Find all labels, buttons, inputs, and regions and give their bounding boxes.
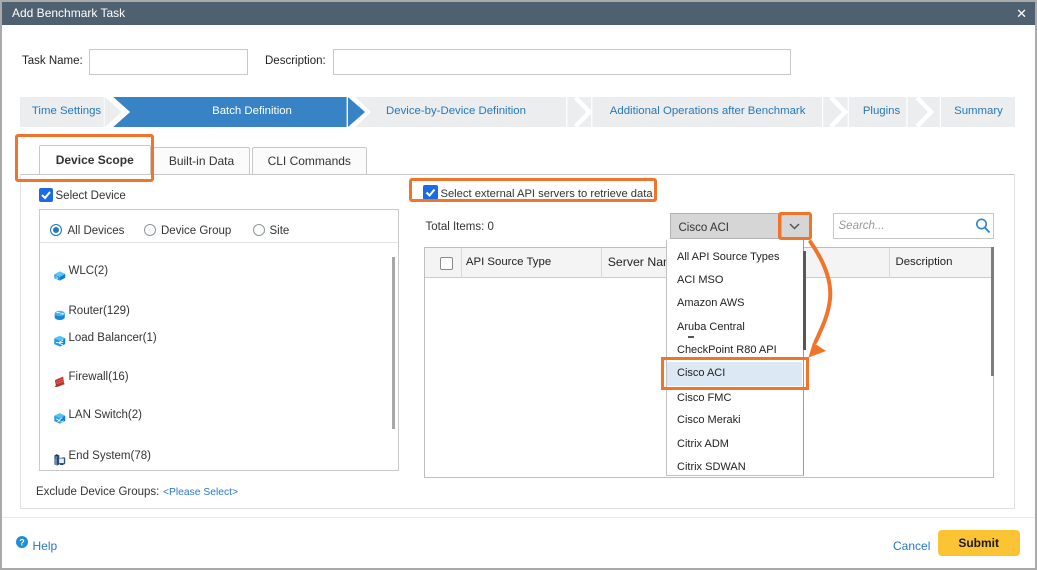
svg-text:?: ? (19, 537, 25, 547)
svg-text:Additional Operations after Be: Additional Operations after Benchmark (610, 105, 806, 117)
svg-text:Batch Definition: Batch Definition (212, 105, 292, 117)
svg-text:Device-by-Device Definition: Device-by-Device Definition (386, 105, 526, 117)
svg-text:Summary: Summary (954, 105, 1003, 117)
svg-text:Plugins: Plugins (863, 105, 901, 117)
svg-text:Time Settings: Time Settings (32, 105, 102, 117)
